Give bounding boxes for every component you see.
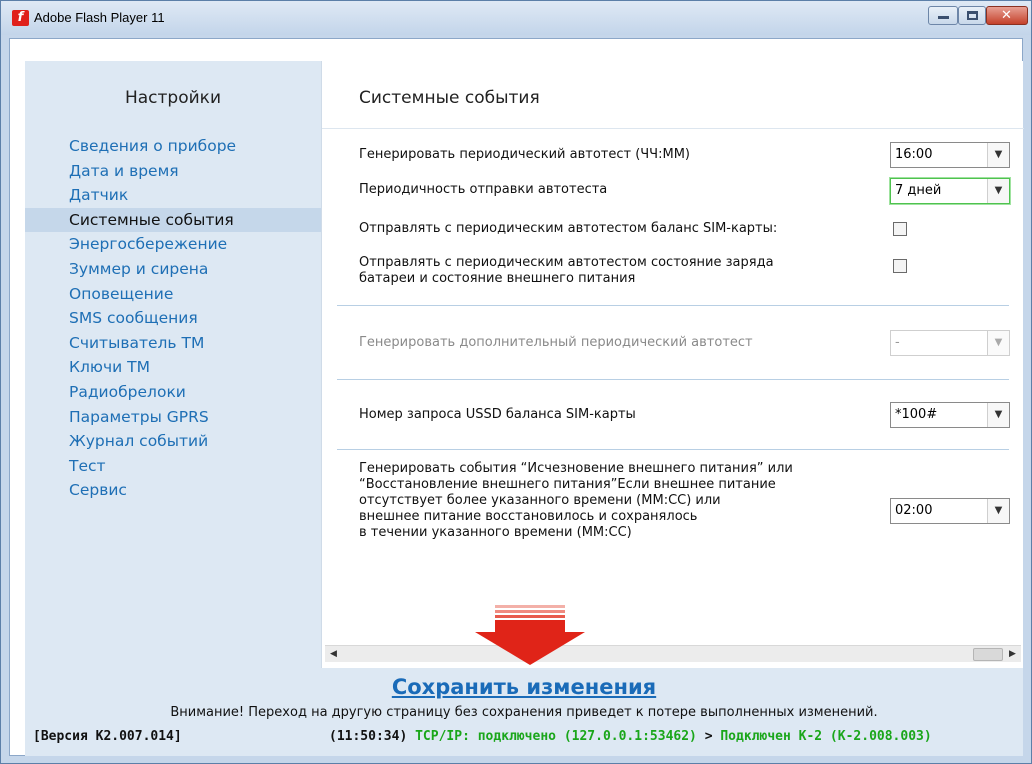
connection-status: (11:50:34) TCP/IP: подключено (127.0.0.1…: [329, 729, 932, 744]
sidebar-item-gprs[interactable]: Параметры GPRS: [25, 405, 321, 430]
section-divider: [337, 305, 1009, 306]
power-events-label-line1: Генерировать события “Исчезновение внешн…: [359, 461, 793, 476]
sidebar-item-device-info[interactable]: Сведения о приборе: [25, 134, 321, 159]
unsaved-warning: Внимание! Переход на другую страницу без…: [170, 705, 878, 720]
sidebar-nav: Сведения о приборе Дата и время Датчик С…: [25, 134, 321, 503]
sidebar-title: Настройки: [124, 88, 221, 108]
sidebar-item-test[interactable]: Тест: [25, 454, 321, 479]
footer-bar: Сохранить изменения Внимание! Переход на…: [25, 668, 1023, 756]
sidebar-item-radio-fobs[interactable]: Радиобрелоки: [25, 380, 321, 405]
status-separator: >: [704, 729, 713, 744]
battery-state-label-line2: батареи и состояние внешнего питания: [359, 271, 636, 286]
sidebar-item-date-time[interactable]: Дата и время: [25, 159, 321, 184]
horizontal-scrollbar[interactable]: ◀ ▶: [325, 645, 1021, 662]
minimize-icon: [938, 16, 949, 19]
app-window: f Adobe Flash Player 11 ✕ Настройки Свед…: [0, 0, 1032, 764]
section-divider: [337, 449, 1009, 450]
power-events-label-line3: отсутствует более указанного времени (ММ…: [359, 493, 721, 508]
title-bar[interactable]: f Adobe Flash Player 11 ✕: [1, 1, 1031, 35]
chevron-down-icon: ▼: [987, 179, 1009, 203]
autotest-period-value: 7 дней: [895, 183, 942, 198]
scroll-right-icon[interactable]: ▶: [1004, 646, 1021, 663]
sidebar-item-service[interactable]: Сервис: [25, 478, 321, 503]
power-events-label-line4: внешнее питание восстановилось и сохраня…: [359, 509, 698, 524]
window-title: Adobe Flash Player 11: [34, 10, 165, 25]
chevron-down-icon: ▼: [987, 331, 1009, 355]
page-title: Системные события: [359, 88, 540, 108]
sidebar-item-tm-keys[interactable]: Ключи ТМ: [25, 355, 321, 380]
ussd-value: *100#: [895, 407, 938, 422]
status-bar: [Версия K2.007.014] (11:50:34) TCP/IP: п…: [25, 728, 1023, 748]
save-changes-link[interactable]: Сохранить изменения: [25, 675, 1023, 699]
settings-panel: Системные события Генерировать периодиче…: [321, 61, 1024, 668]
extra-autotest-value: -: [895, 335, 900, 350]
battery-state-checkbox[interactable]: [893, 259, 907, 273]
title-divider: [322, 128, 1024, 129]
power-events-select[interactable]: 02:00 ▼: [890, 498, 1010, 524]
sidebar-item-notification[interactable]: Оповещение: [25, 282, 321, 307]
maximize-button[interactable]: [958, 6, 986, 25]
power-events-label-line5: в течении указанного времени (ММ:СС): [359, 525, 632, 540]
chevron-down-icon: ▼: [987, 403, 1009, 427]
extra-autotest-label: Генерировать дополнительный периодически…: [359, 335, 753, 350]
minimize-button[interactable]: [928, 6, 958, 25]
autotest-time-label: Генерировать периодический автотест (ЧЧ:…: [359, 147, 690, 162]
extra-autotest-select[interactable]: - ▼: [890, 330, 1010, 356]
sidebar-item-tm-reader[interactable]: Считыватель ТМ: [25, 331, 321, 356]
status-time: (11:50:34): [329, 729, 408, 744]
sidebar-item-system-events[interactable]: Системные события: [25, 207, 321, 233]
sidebar-item-buzzer-siren[interactable]: Зуммер и сирена: [25, 257, 321, 282]
autotest-period-label: Периодичность отправки автотеста: [359, 182, 608, 197]
scrollbar-thumb[interactable]: [973, 648, 1003, 661]
maximize-icon: [967, 11, 978, 20]
battery-state-label-line1: Отправлять с периодическим автотестом со…: [359, 255, 774, 270]
chevron-down-icon: ▼: [987, 143, 1009, 167]
autotest-time-select[interactable]: 16:00 ▼: [890, 142, 1010, 168]
version-label: [Версия K2.007.014]: [33, 729, 182, 744]
sidebar-item-event-log[interactable]: Журнал событий: [25, 429, 321, 454]
sidebar-item-sms[interactable]: SMS сообщения: [25, 306, 321, 331]
sim-balance-checkbox[interactable]: [893, 222, 907, 236]
ussd-select[interactable]: *100# ▼: [890, 402, 1010, 428]
sim-balance-label: Отправлять с периодическим автотестом ба…: [359, 221, 778, 236]
scroll-left-icon[interactable]: ◀: [325, 646, 342, 663]
settings-sidebar: Настройки Сведения о приборе Дата и врем…: [25, 61, 321, 668]
power-events-value: 02:00: [895, 503, 933, 518]
flash-player-icon: f: [12, 10, 29, 26]
tcp-status: TCP/IP: подключено (127.0.0.1:53462): [415, 729, 697, 744]
autotest-time-value: 16:00: [895, 147, 933, 162]
autotest-period-select[interactable]: 7 дней ▼: [890, 178, 1010, 204]
sidebar-item-sensor[interactable]: Датчик: [25, 183, 321, 208]
power-events-label-line2: “Восстановление внешнего питания”Если вн…: [359, 477, 776, 492]
chevron-down-icon: ▼: [987, 499, 1009, 523]
red-down-arrow-icon: [475, 605, 585, 665]
section-divider: [337, 379, 1009, 380]
device-connection-status: Подключен К-2 (К-2.008.003): [720, 729, 932, 744]
sidebar-item-power-saving[interactable]: Энергосбережение: [25, 232, 321, 257]
close-icon: ✕: [1001, 8, 1012, 23]
ussd-label: Номер запроса USSD баланса SIM-карты: [359, 407, 636, 422]
close-button[interactable]: ✕: [986, 6, 1028, 25]
